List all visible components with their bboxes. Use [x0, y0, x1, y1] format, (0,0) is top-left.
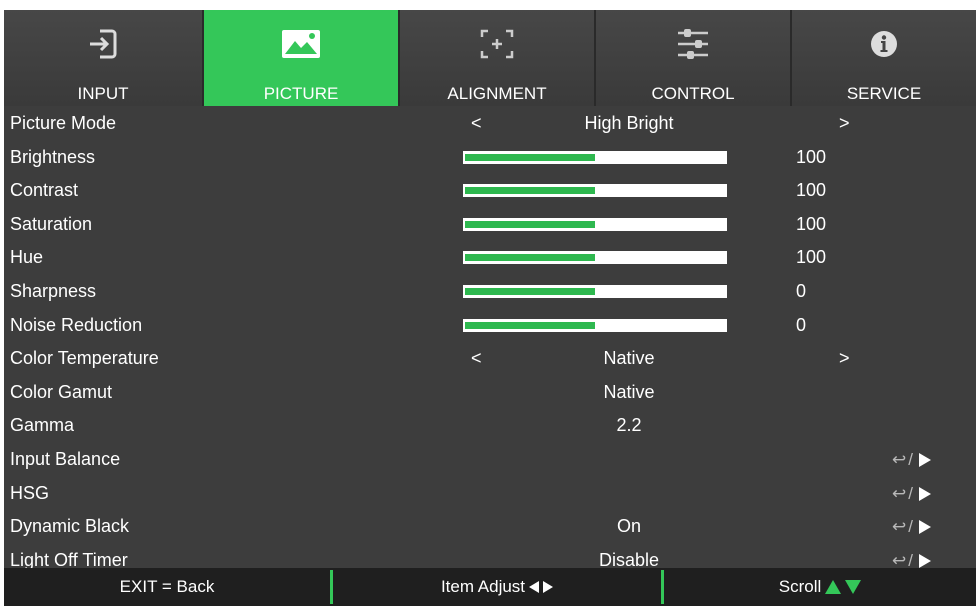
next-arrow[interactable]: > — [839, 347, 850, 369]
item-value: High Bright — [584, 113, 674, 133]
footer-hint-bar: EXIT = Back Item Adjust Scroll — [4, 568, 976, 606]
down-arrow-icon — [845, 580, 862, 594]
adjust-hint-label: Item Adjust — [440, 577, 526, 596]
item-value: Native — [603, 348, 655, 369]
menu-item-contrast[interactable]: Contrast 100 — [4, 173, 976, 207]
tab-label: CONTROL — [651, 84, 735, 103]
item-label: Saturation — [10, 213, 93, 234]
enter-submenu-icon[interactable]: ↩ / — [892, 484, 931, 503]
item-label: Color Gamut — [10, 381, 113, 402]
tab-input[interactable]: INPUT — [4, 10, 204, 106]
item-label: Picture Mode — [10, 113, 117, 133]
menu-item-hsg[interactable]: HSG ↩ / — [4, 476, 976, 510]
tab-label: PICTURE — [263, 84, 339, 103]
slider-fill — [465, 153, 595, 161]
item-value: 100 — [796, 146, 827, 167]
item-label: Input Balance — [10, 448, 121, 469]
menu-item-hue[interactable]: Hue 100 — [4, 240, 976, 274]
menu-item-color-temperature[interactable]: Color Temperature < Native > — [4, 341, 976, 375]
menu-item-gamma[interactable]: Gamma 2.2 — [4, 408, 976, 442]
item-label: Dynamic Black — [10, 516, 130, 537]
item-label: Brightness — [10, 146, 96, 167]
item-value: 0 — [796, 314, 807, 335]
item-value: 100 — [796, 213, 827, 234]
menu-item-picture-mode[interactable]: Picture Mode < High Bright > — [4, 106, 976, 140]
enter-submenu-icon[interactable]: ↩ / — [892, 518, 931, 536]
tab-service[interactable]: SERVICE — [792, 10, 976, 106]
tab-alignment[interactable]: ALIGNMENT — [400, 10, 596, 106]
menu-item-brightness[interactable]: Brightness 100 — [4, 140, 976, 174]
tab-control[interactable]: CONTROL — [596, 10, 792, 106]
picture-icon — [204, 24, 398, 64]
prev-arrow[interactable]: < — [471, 347, 482, 369]
input-icon — [4, 24, 202, 64]
tab-label: SERVICE — [846, 84, 922, 103]
menu-item-noise-reduction[interactable]: Noise Reduction 0 — [4, 308, 976, 342]
item-label: HSG — [10, 482, 50, 503]
osd-menu: INPUT PICTURE ALIGNMENT CONTROL SERVICE … — [4, 10, 976, 606]
tab-label: INPUT — [77, 84, 129, 103]
info-icon — [792, 24, 976, 64]
enter-submenu-icon[interactable]: ↩ / — [892, 450, 931, 469]
item-label: Noise Reduction — [10, 314, 143, 335]
next-arrow[interactable]: > — [839, 112, 850, 134]
item-value: On — [616, 516, 641, 537]
slider-fill — [465, 187, 595, 195]
slider-track[interactable] — [463, 217, 727, 231]
up-arrow-icon — [825, 580, 842, 594]
exit-hint-label: EXIT = Back — [119, 577, 215, 596]
adjust-hint: Item Adjust — [333, 576, 661, 598]
slider-fill — [465, 254, 595, 262]
item-value: 0 — [796, 280, 807, 301]
menu-item-input-balance[interactable]: Input Balance ↩ / — [4, 442, 976, 476]
control-sliders-icon — [596, 24, 790, 64]
slider-track[interactable] — [463, 284, 727, 298]
tab-label: ALIGNMENT — [447, 84, 547, 103]
menu-item-color-gamut[interactable]: Color Gamut Native — [4, 375, 976, 409]
slider-fill — [465, 220, 595, 228]
item-value: 100 — [796, 247, 827, 268]
item-label: Contrast — [10, 180, 79, 201]
right-arrow-icon — [543, 581, 554, 593]
slider-track[interactable] — [463, 150, 727, 164]
slider-track[interactable] — [463, 251, 727, 265]
item-value: Native — [603, 381, 655, 402]
menu-item-dynamic-black[interactable]: Dynamic Black On ↩ / — [4, 509, 976, 543]
item-label: Color Temperature — [10, 348, 159, 369]
item-label: Hue — [10, 247, 44, 268]
settings-list: Picture Mode < High Bright > Brightness … — [4, 106, 976, 576]
left-arrow-icon — [529, 581, 540, 593]
scroll-hint: Scroll — [664, 576, 976, 598]
slider-track[interactable] — [463, 318, 727, 332]
slider-fill — [465, 287, 595, 295]
tab-bar: INPUT PICTURE ALIGNMENT CONTROL SERVICE — [4, 10, 976, 106]
exit-hint: EXIT = Back — [4, 576, 330, 598]
item-value: 100 — [796, 180, 827, 201]
item-label: Gamma — [10, 415, 75, 436]
scroll-hint-label: Scroll — [778, 577, 822, 596]
alignment-icon — [400, 24, 594, 64]
item-label: Sharpness — [10, 280, 97, 301]
prev-arrow[interactable]: < — [471, 112, 482, 134]
slider-fill — [465, 321, 595, 329]
slider-track[interactable] — [463, 184, 727, 198]
menu-item-saturation[interactable]: Saturation 100 — [4, 207, 976, 241]
tab-picture[interactable]: PICTURE — [204, 10, 400, 106]
menu-item-sharpness[interactable]: Sharpness 0 — [4, 274, 976, 308]
item-value: 2.2 — [616, 415, 642, 436]
